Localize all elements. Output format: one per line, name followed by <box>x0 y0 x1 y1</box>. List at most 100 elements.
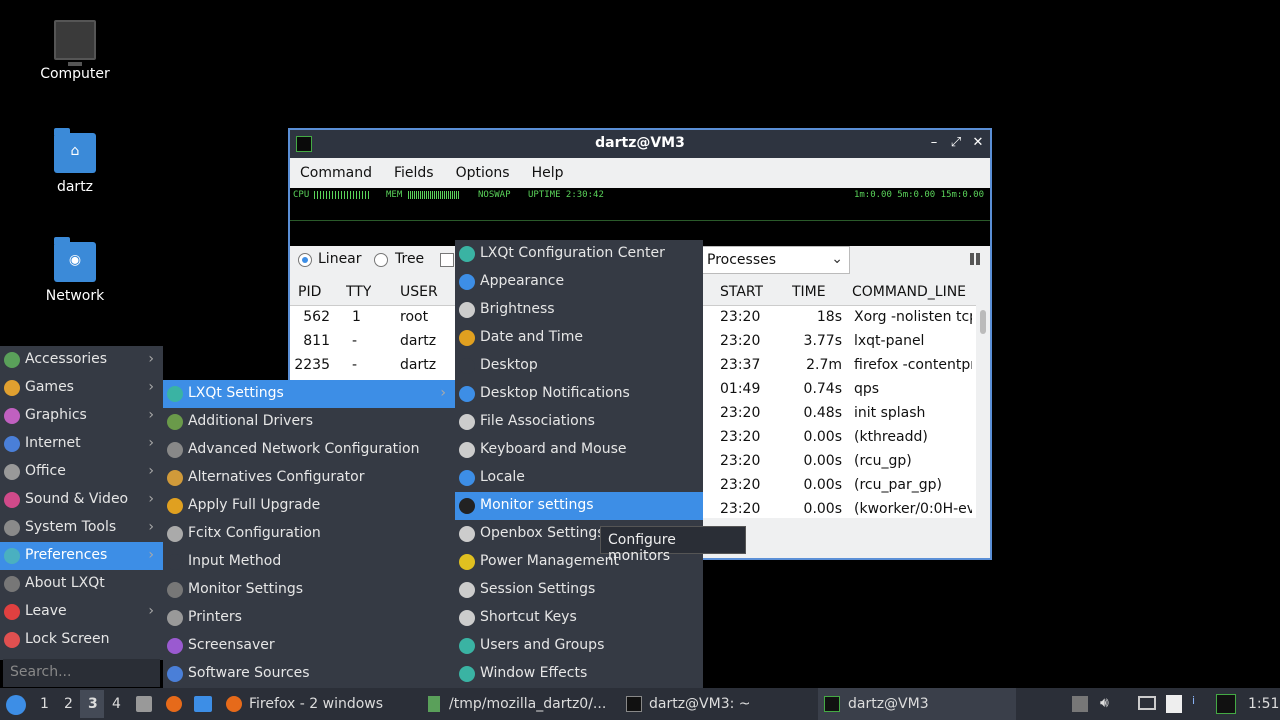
menu-item-leave[interactable]: Leave › <box>0 598 163 626</box>
menu-item-graphics[interactable]: Graphics › <box>0 402 163 430</box>
menu-item-office[interactable]: Office › <box>0 458 163 486</box>
cell-start: 23:20 <box>720 333 761 349</box>
window-titlebar[interactable]: dartz@VM3 – ⤢ ✕ <box>290 130 990 158</box>
menu-help[interactable]: Help <box>532 165 564 181</box>
file-manager-icon[interactable] <box>136 696 152 712</box>
maximize-icon[interactable]: ⤢ <box>948 135 964 151</box>
menu-item-brightness[interactable]: Brightness <box>455 296 703 324</box>
menu-item-desktop[interactable]: Desktop <box>455 352 703 380</box>
menu-item-screensaver[interactable]: Screensaver <box>163 632 455 660</box>
office-icon <box>4 464 20 480</box>
menu-item-lxqt-settings[interactable]: LXQt Settings › <box>163 380 455 408</box>
desktop-icon <box>459 358 475 374</box>
task-firefox[interactable]: Firefox - 2 windows <box>249 696 383 712</box>
volume-icon[interactable]: 🔊︎ <box>1100 695 1109 711</box>
cell-cmd: (kworker/0:0H-ev <box>854 501 972 517</box>
clipboard-icon[interactable] <box>1166 695 1182 713</box>
menu-item-lxqt-configuration-center[interactable]: LXQt Configuration Center <box>455 240 703 268</box>
menu-item-fcitx-configuration[interactable]: Fcitx Configuration <box>163 520 455 548</box>
menu-item-system-tools[interactable]: System Tools › <box>0 514 163 542</box>
menu-item-games[interactable]: Games › <box>0 374 163 402</box>
desktop-switch-3[interactable]: 3 <box>88 696 98 712</box>
desktop-icon-home[interactable]: ⌂ dartz <box>20 128 130 195</box>
menu-item-appearance[interactable]: Appearance <box>455 268 703 296</box>
info-icon[interactable]: i <box>1192 694 1195 707</box>
notifications-icon <box>459 386 475 402</box>
menu-item-label: Date and Time <box>480 329 583 345</box>
menu-item-alternatives-configurator[interactable]: Alternatives Configurator <box>163 464 455 492</box>
show-desktop-icon[interactable] <box>194 696 212 712</box>
menu-item-preferences[interactable]: Preferences › <box>0 542 163 570</box>
openbox-icon <box>459 526 475 542</box>
monitor-icon <box>167 582 183 598</box>
column-command-line[interactable]: COMMAND_LINE <box>852 284 966 300</box>
chevron-right-icon: › <box>148 407 154 423</box>
column-user[interactable]: USER <box>400 284 438 300</box>
menu-item-advanced-network-configuration[interactable]: Advanced Network Configuration <box>163 436 455 464</box>
menu-item-file-associations[interactable]: File Associations <box>455 408 703 436</box>
menu-item-users-and-groups[interactable]: Users and Groups <box>455 632 703 660</box>
close-icon[interactable]: ✕ <box>970 135 986 151</box>
menu-item-software-sources[interactable]: Software Sources <box>163 660 455 688</box>
lxqt-settings-submenu: LXQt Configuration Center Appearance Brigh… <box>455 240 703 688</box>
desktop-switch-2[interactable]: 2 <box>64 696 73 712</box>
menu-item-monitor-settings[interactable]: Monitor settings <box>455 492 703 520</box>
menu-item-label: Locale <box>480 469 525 485</box>
desktop-icon-network[interactable]: ◉ Network <box>20 237 130 304</box>
column-start[interactable]: START <box>720 284 763 300</box>
table-scrollbar[interactable] <box>980 310 986 334</box>
menu-item-additional-drivers[interactable]: Additional Drivers <box>163 408 455 436</box>
menu-item-label: Keyboard and Mouse <box>480 441 627 457</box>
menu-item-sound-video[interactable]: Sound & Video › <box>0 486 163 514</box>
column-tty[interactable]: TTY <box>346 284 371 300</box>
clock[interactable]: 1:51 <box>1248 696 1279 712</box>
minimize-icon[interactable]: – <box>926 135 942 151</box>
menu-item-desktop-notifications[interactable]: Desktop Notifications <box>455 380 703 408</box>
menu-options[interactable]: Options <box>456 165 510 181</box>
desktop-icon-label: dartz <box>56 179 94 195</box>
menu-command[interactable]: Command <box>300 165 372 181</box>
column-time[interactable]: TIME <box>792 284 826 300</box>
menu-item-date-and-time[interactable]: Date and Time <box>455 324 703 352</box>
task-tmp-folder[interactable]: /tmp/mozilla_dartz0/... <box>449 696 606 712</box>
menu-item-monitor-settings[interactable]: Monitor Settings <box>163 576 455 604</box>
task-qps-active[interactable]: dartz@VM3 <box>818 688 1016 720</box>
filter-dropdown[interactable]: Processes ⌄ <box>702 246 850 274</box>
qps-tray-icon[interactable] <box>1216 694 1236 714</box>
desktop-switch-4[interactable]: 4 <box>112 696 121 712</box>
menu-fields[interactable]: Fields <box>394 165 434 181</box>
menu-item-input-method[interactable]: Input Method <box>163 548 455 576</box>
menu-item-session-settings[interactable]: Session Settings <box>455 576 703 604</box>
menu-item-shortcut-keys[interactable]: Shortcut Keys <box>455 604 703 632</box>
tree-radio[interactable] <box>374 252 388 268</box>
menu-item-internet[interactable]: Internet › <box>0 430 163 458</box>
menu-item-apply-full-upgrade[interactable]: Apply Full Upgrade <box>163 492 455 520</box>
display-icon[interactable] <box>1138 696 1156 710</box>
menu-item-lock-screen[interactable]: Lock Screen <box>0 626 163 654</box>
menu-item-label: Advanced Network Configuration <box>188 441 420 457</box>
cell-cmd: (rcu_par_gp) <box>854 477 942 493</box>
column-pid[interactable]: PID <box>298 284 321 300</box>
menu-item-label: Office <box>25 463 66 479</box>
menu-item-printers[interactable]: Printers <box>163 604 455 632</box>
thread-checkbox[interactable] <box>440 253 454 267</box>
menu-item-accessories[interactable]: Accessories › <box>0 346 163 374</box>
menu-item-locale[interactable]: Locale <box>455 464 703 492</box>
menu-item-keyboard-and-mouse[interactable]: Keyboard and Mouse <box>455 436 703 464</box>
firefox-icon[interactable] <box>166 696 182 712</box>
desktop-icon-computer[interactable]: Computer <box>20 20 130 82</box>
cell-pid: 2235 <box>294 357 330 373</box>
desktop-switch-1[interactable]: 1 <box>40 696 49 712</box>
cell-cmd: (rcu_gp) <box>854 453 912 469</box>
qps-task-icon <box>824 696 840 712</box>
menu-search-input[interactable]: Search... <box>3 659 160 687</box>
linear-radio[interactable] <box>298 252 312 268</box>
drivers-icon <box>167 414 183 430</box>
start-menu-icon[interactable] <box>6 695 26 715</box>
menu-item-window-effects[interactable]: Window Effects <box>455 660 703 688</box>
pause-icon[interactable] <box>976 253 980 265</box>
task-terminal[interactable]: dartz@VM3: ~ <box>649 696 751 712</box>
cell-pid: 562 <box>303 309 330 325</box>
tray-icon[interactable] <box>1072 696 1088 712</box>
menu-item-about-lxqt[interactable]: About LXQt <box>0 570 163 598</box>
